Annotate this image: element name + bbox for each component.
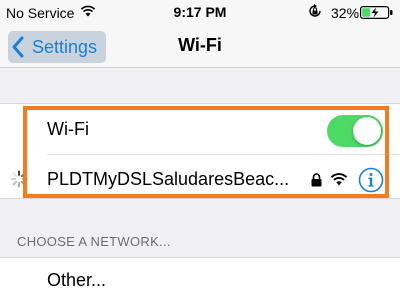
other-network-row[interactable]: Other... — [0, 257, 400, 300]
info-icon[interactable] — [358, 167, 384, 193]
nav-bar: Settings Wi-Fi — [0, 26, 400, 68]
orientation-lock-icon — [309, 4, 321, 17]
wifi-signal-icon — [330, 173, 348, 186]
lock-icon — [311, 173, 322, 187]
page-title: Wi-Fi — [178, 35, 222, 55]
wifi-group: Wi-Fi PLDTMyDSLSaludaresBeac... — [0, 103, 400, 199]
section-header: CHOOSE A NETWORK... — [17, 234, 171, 249]
battery-percent: 32% — [331, 5, 360, 21]
toggle-knob — [353, 117, 381, 145]
loading-spinner-icon — [10, 170, 28, 188]
other-network-label: Other... — [47, 270, 107, 290]
wifi-label: Wi-Fi — [47, 119, 89, 139]
network-row[interactable]: PLDTMyDSLSaludaresBeac... — [0, 155, 400, 199]
wifi-toggle[interactable] — [327, 115, 383, 147]
network-name: PLDTMyDSLSaludaresBeac... — [47, 169, 290, 189]
wifi-toggle-row: Wi-Fi — [0, 104, 400, 154]
status-bar: No Service 9:17 PM 32% — [0, 0, 400, 26]
battery-charging-icon — [360, 6, 393, 19]
